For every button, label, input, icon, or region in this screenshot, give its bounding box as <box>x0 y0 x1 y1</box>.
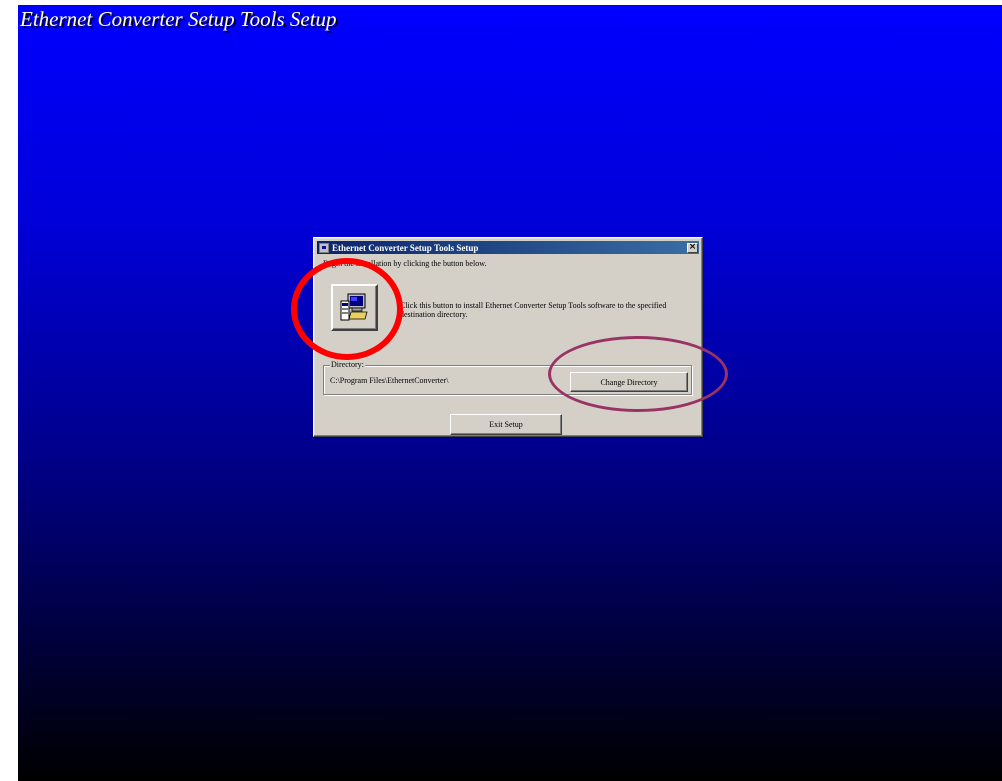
install-button[interactable] <box>331 284 378 331</box>
computer-install-icon <box>340 293 368 321</box>
setup-dialog: Ethernet Converter Setup Tools Setup × B… <box>313 237 703 437</box>
dialog-title: Ethernet Converter Setup Tools Setup <box>332 242 479 253</box>
setup-app-icon <box>319 242 329 253</box>
directory-path: C:\Program Files\EthernetConverter\ <box>330 376 449 385</box>
install-description: Click this button to install Ethernet Co… <box>400 301 667 319</box>
setup-background: Ethernet Converter Setup Tools Setup Eth… <box>18 5 1002 781</box>
instruction-text: Begin the installation by clicking the b… <box>323 259 487 268</box>
close-button[interactable]: × <box>687 242 698 253</box>
exit-setup-button[interactable]: Exit Setup <box>450 414 562 435</box>
dialog-titlebar[interactable]: Ethernet Converter Setup Tools Setup × <box>317 241 699 254</box>
directory-group-label: Directory: <box>330 360 365 370</box>
setup-banner-title: Ethernet Converter Setup Tools Setup <box>20 7 337 31</box>
change-directory-button[interactable]: Change Directory <box>570 372 688 392</box>
